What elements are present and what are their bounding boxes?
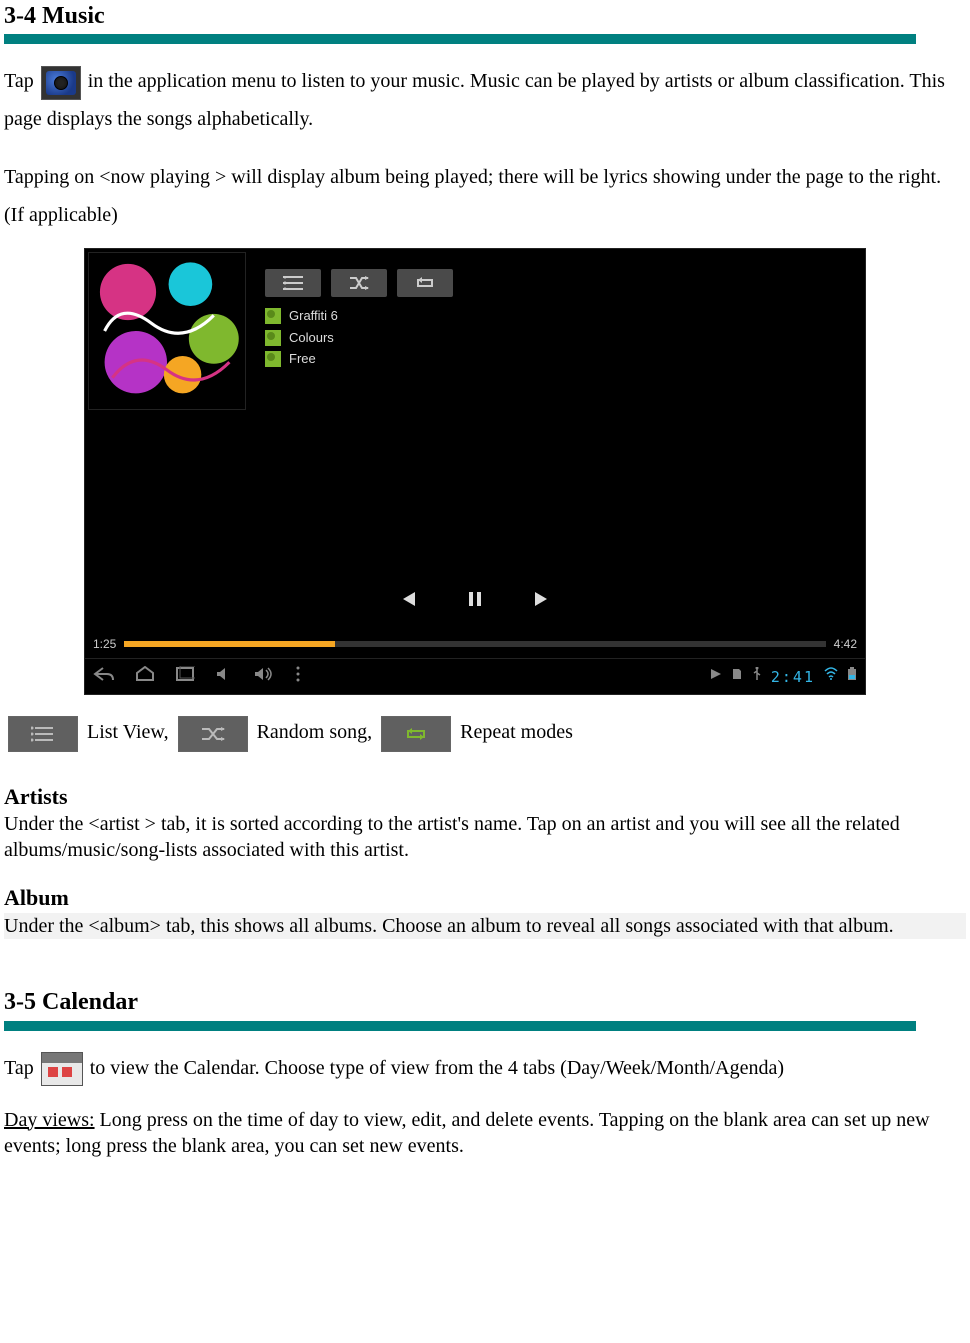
section-heading-music: 3-4 Music — [4, 0, 966, 32]
text: Tap — [4, 1057, 39, 1079]
volume-up-icon[interactable] — [253, 666, 275, 688]
pause-button[interactable] — [467, 590, 483, 608]
calendar-intro-paragraph: Tap to view the Calendar. Choose type of… — [4, 1049, 966, 1087]
track-name: Free — [289, 350, 316, 368]
text: Long press on the time of day to view, e… — [4, 1109, 930, 1157]
album-heading: Album — [4, 883, 966, 913]
previous-button[interactable] — [399, 590, 417, 608]
text: in the application menu to listen to you… — [4, 70, 945, 130]
music-nowplaying-paragraph: Tapping on <now playing > will display a… — [4, 158, 966, 234]
music-app-icon — [41, 66, 81, 100]
volume-down-icon[interactable] — [215, 666, 233, 688]
album-text: Under the <album> tab, this shows all al… — [4, 913, 966, 939]
battery-icon — [847, 667, 857, 687]
artist-name: Graffiti 6 — [289, 307, 338, 325]
shuffle-icon — [178, 716, 248, 752]
artist-icon — [265, 308, 281, 324]
music-player-screenshot: Graffiti 6 Colours Free 1:25 4:42 2:41 — [84, 248, 866, 695]
play-notification-icon — [709, 667, 723, 687]
legend-row: List View, Random song, Repeat modes — [4, 713, 966, 751]
album-icon — [265, 330, 281, 346]
music-intro-paragraph: Tap in the application menu to listen to… — [4, 62, 966, 138]
progress-bar[interactable] — [124, 641, 825, 647]
text: Repeat modes — [455, 721, 573, 743]
text: Random song, — [252, 721, 378, 743]
list-view-icon — [8, 716, 78, 752]
clock: 2:41 — [771, 667, 815, 687]
recent-apps-icon[interactable] — [175, 666, 195, 688]
time-total: 4:42 — [834, 636, 857, 652]
next-button[interactable] — [533, 590, 551, 608]
sd-card-icon — [731, 667, 743, 687]
artists-text: Under the <artist > tab, it is sorted ac… — [4, 811, 966, 863]
list-view-button[interactable] — [265, 269, 321, 297]
day-views-label: Day views: — [4, 1109, 95, 1131]
track-info: Graffiti 6 Colours Free — [265, 307, 338, 372]
divider-bar — [4, 1021, 916, 1031]
day-views-paragraph: Day views: Long press on the time of day… — [4, 1107, 966, 1159]
shuffle-button[interactable] — [331, 269, 387, 297]
calendar-app-icon — [41, 1052, 83, 1086]
system-bar: 2:41 — [85, 658, 865, 694]
time-current: 1:25 — [93, 636, 116, 652]
text: List View, — [82, 721, 174, 743]
wifi-icon — [823, 667, 839, 687]
track-icon — [265, 351, 281, 367]
album-art — [88, 252, 246, 410]
text: to view the Calendar. Choose type of vie… — [90, 1057, 784, 1079]
section-heading-calendar: 3-5 Calendar — [4, 986, 966, 1018]
divider-bar — [4, 34, 916, 44]
album-name: Colours — [289, 329, 334, 347]
artists-heading: Artists — [4, 782, 966, 812]
home-icon[interactable] — [135, 666, 155, 688]
repeat-icon — [381, 716, 451, 752]
usb-icon — [751, 667, 763, 687]
menu-icon[interactable] — [295, 666, 301, 688]
repeat-button[interactable] — [397, 269, 453, 297]
text: Tap — [4, 70, 39, 92]
back-icon[interactable] — [93, 666, 115, 688]
